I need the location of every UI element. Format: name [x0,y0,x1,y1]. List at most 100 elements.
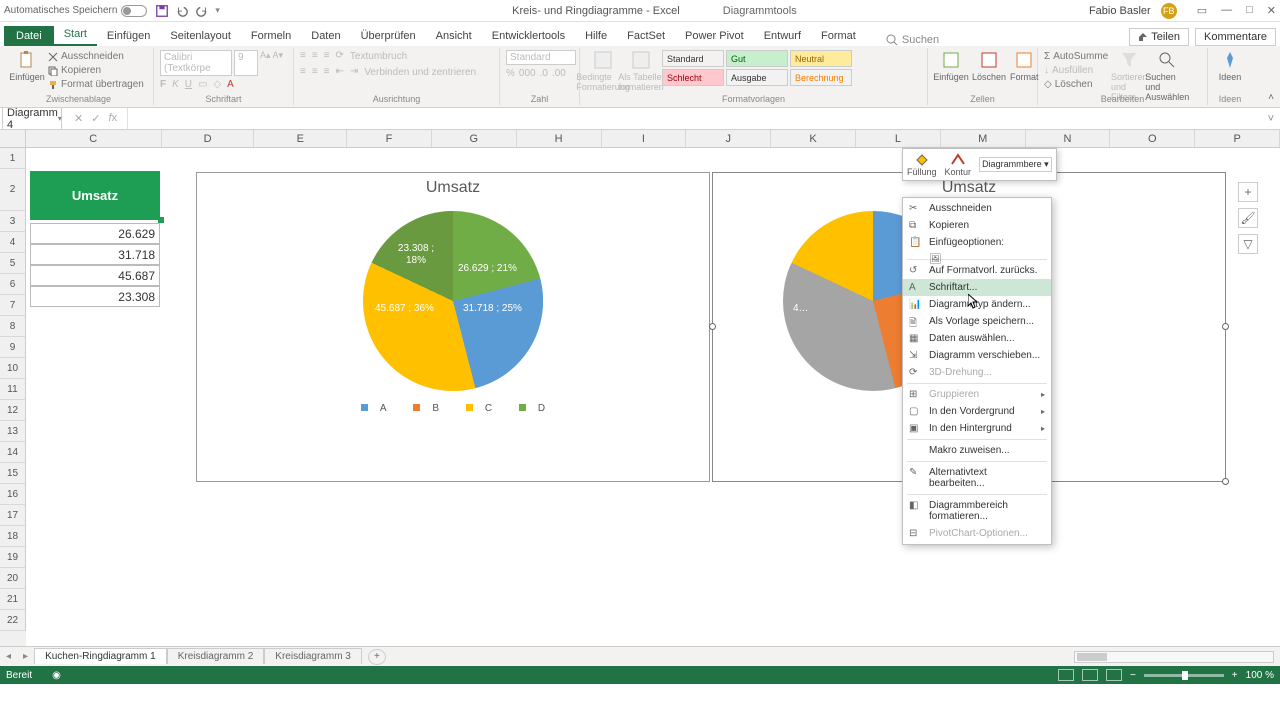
row-18[interactable]: 18 [0,526,26,547]
clear[interactable]: ◇Löschen [1044,78,1108,91]
row-10[interactable]: 10 [0,358,26,379]
col-O[interactable]: O [1110,130,1195,147]
formula-input[interactable] [127,108,1262,129]
row-22[interactable]: 22 [0,610,26,631]
col-H[interactable]: H [517,130,602,147]
chart-filter-button[interactable]: ▽ [1238,234,1258,254]
row-14[interactable]: 14 [0,442,26,463]
row-13[interactable]: 13 [0,421,26,442]
minimize-icon[interactable]: — [1221,4,1232,17]
format-painter-button[interactable]: Format übertragen [48,78,144,91]
ribbon-display-icon[interactable]: ▭ [1197,4,1207,17]
row-7[interactable]: 7 [0,295,26,316]
row-21[interactable]: 21 [0,589,26,610]
view-pagelayout[interactable] [1082,669,1098,681]
ctx-alt-text[interactable]: ✎Alternativtext bearbeiten... [903,464,1051,492]
tab-pagelayout[interactable]: Seitenlayout [160,26,241,46]
zoom-slider[interactable] [1144,674,1224,677]
ideas-button[interactable]: Ideen [1214,50,1246,82]
tab-powerpivot[interactable]: Power Pivot [675,26,754,46]
cancel-formula-icon[interactable]: ✕ [74,112,83,125]
autosave-toggle[interactable] [121,5,147,17]
row-11[interactable]: 11 [0,379,26,400]
wrap-text[interactable]: Textumbruch [350,50,407,63]
style-neutral[interactable]: Neutral [790,50,852,67]
tab-data[interactable]: Daten [301,26,350,46]
undo-icon[interactable] [175,4,189,18]
col-N[interactable]: N [1026,130,1111,147]
autosum[interactable]: ΣAutoSumme [1044,50,1108,63]
col-K[interactable]: K [771,130,856,147]
number-format[interactable]: Standard [506,50,576,65]
name-box[interactable]: Diagramm 4▾ [2,104,62,134]
col-F[interactable]: F [347,130,432,147]
tab-formulas[interactable]: Formeln [241,26,301,46]
cond-format-button[interactable]: Bedingte Formatierung [586,50,620,92]
tab-review[interactable]: Überprüfen [351,26,426,46]
sheet-tab-3[interactable]: Kreisdiagramm 3 [264,648,362,664]
ctx-font[interactable]: ASchriftart... [903,279,1051,296]
mini-fill[interactable]: Füllung [907,152,937,177]
zoom-level[interactable]: 100 % [1246,670,1274,681]
row-20[interactable]: 20 [0,568,26,589]
cell-value-1[interactable]: 26.629 [30,223,160,244]
delete-cells[interactable]: Löschen [972,50,1006,82]
share-button[interactable]: Teilen [1129,28,1189,46]
col-D[interactable]: D [162,130,255,147]
col-G[interactable]: G [432,130,517,147]
ctx-save-template[interactable]: 🗎Als Vorlage speichern... [903,313,1051,330]
row-1[interactable]: 1 [0,148,26,169]
cells-area[interactable]: Umsatz 26.629 31.718 45.687 23.308 Umsat… [26,148,1280,646]
row-8[interactable]: 8 [0,316,26,337]
fill-handle[interactable] [158,217,164,223]
cut-button[interactable]: Ausschneiden [48,50,144,63]
worksheet-grid[interactable]: C D E F G H I J K L M N O P 123456789101… [0,130,1280,646]
ctx-paste-picture[interactable]: 🖼 [903,251,1051,257]
row-5[interactable]: 5 [0,253,26,274]
view-pagebreak[interactable] [1106,669,1122,681]
ctx-copy[interactable]: ⧉Kopieren [903,217,1051,234]
sheet-nav-next[interactable]: ▸ [17,651,34,662]
ctx-cut[interactable]: ✂Ausschneiden [903,200,1051,217]
macro-record-icon[interactable]: ◉ [52,670,61,681]
cell-umsatz-header[interactable]: Umsatz [30,171,160,220]
cell-value-2[interactable]: 31.718 [30,244,160,265]
ctx-assign-macro[interactable]: Makro zuweisen... [903,442,1051,459]
copy-button[interactable]: Kopieren [48,64,144,77]
format-cells[interactable]: Format [1010,50,1039,82]
sheet-tab-2[interactable]: Kreisdiagramm 2 [167,648,265,664]
col-J[interactable]: J [686,130,771,147]
tab-format[interactable]: Format [811,26,866,46]
add-sheet-button[interactable]: + [368,649,386,665]
ctx-format-area[interactable]: ◧Diagrammbereich formatieren... [903,497,1051,525]
tab-file[interactable]: Datei [4,26,54,46]
sheet-tab-1[interactable]: Kuchen-Ringdiagramm 1 [34,648,167,664]
user-avatar[interactable]: FB [1161,3,1177,19]
mini-outline[interactable]: Kontur [945,152,972,177]
style-good[interactable]: Gut [726,50,788,67]
view-normal[interactable] [1058,669,1074,681]
style-standard[interactable]: Standard [662,50,724,67]
col-E[interactable]: E [254,130,347,147]
close-icon[interactable]: ✕ [1267,4,1276,17]
row-4[interactable]: 4 [0,232,26,253]
enter-formula-icon[interactable]: ✓ [91,112,100,125]
tab-view[interactable]: Ansicht [426,26,482,46]
tab-developer[interactable]: Entwicklertools [482,26,575,46]
font-size[interactable]: 9 [234,50,258,76]
tab-start[interactable]: Start [54,24,97,46]
row-12[interactable]: 12 [0,400,26,421]
zoom-in[interactable]: + [1232,670,1238,681]
merge-center[interactable]: Verbinden und zentrieren [364,66,476,79]
chart-left[interactable]: Umsatz 26.629 ; 21% [196,172,710,482]
row-17[interactable]: 17 [0,505,26,526]
tab-help[interactable]: Hilfe [575,26,617,46]
col-I[interactable]: I [602,130,687,147]
row-6[interactable]: 6 [0,274,26,295]
chart-elements-button[interactable]: + [1238,182,1258,202]
redo-icon[interactable] [195,4,209,18]
ctx-paste-options[interactable]: 📋Einfügeoptionen: [903,234,1051,251]
insert-cells[interactable]: Einfügen [934,50,968,82]
horizontal-scrollbar[interactable] [1074,651,1274,663]
style-calc[interactable]: Berechnung [790,69,852,86]
